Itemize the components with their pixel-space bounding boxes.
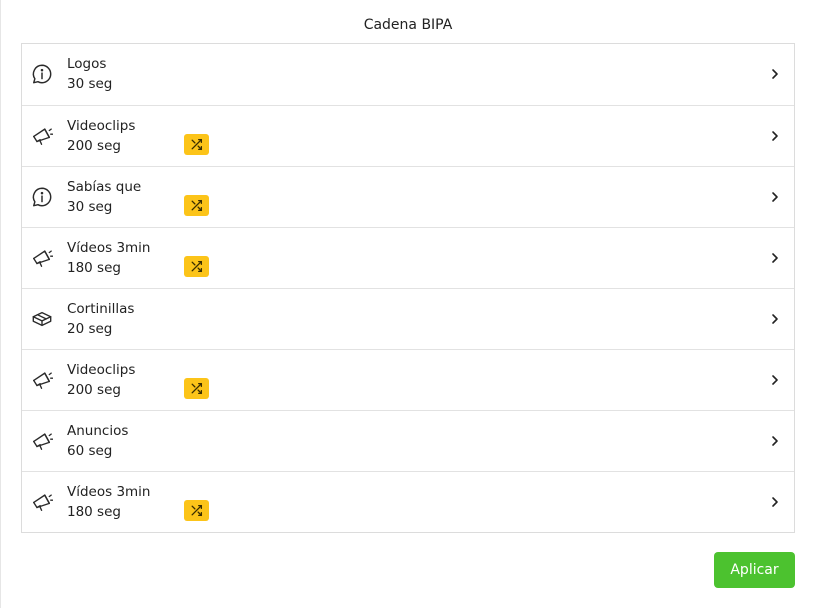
- playlist-list: Logos 30 seg Videoclips 200 seg Sabías que 30…: [21, 43, 795, 533]
- chevron-right-icon[interactable]: [770, 68, 780, 80]
- megaphone-icon: [31, 491, 53, 513]
- list-item[interactable]: Sabías que 30 seg: [22, 166, 794, 227]
- item-name: Logos: [67, 56, 107, 72]
- info-icon: [31, 63, 53, 85]
- chevron-right-icon[interactable]: [770, 374, 780, 386]
- list-item[interactable]: Vídeos 3min 180 seg: [22, 471, 794, 532]
- box-icon: [31, 308, 53, 330]
- item-duration: 180 seg: [67, 504, 121, 520]
- item-duration: 200 seg: [67, 138, 121, 154]
- item-duration: 180 seg: [67, 260, 121, 276]
- item-duration: 30 seg: [67, 76, 113, 92]
- item-duration: 30 seg: [67, 199, 113, 215]
- item-duration: 20 seg: [67, 321, 113, 337]
- list-item[interactable]: Cortinillas 20 seg: [22, 288, 794, 349]
- item-duration: 60 seg: [67, 443, 113, 459]
- list-item[interactable]: Videoclips 200 seg: [22, 105, 794, 166]
- item-duration: 200 seg: [67, 382, 121, 398]
- list-item[interactable]: Vídeos 3min 180 seg: [22, 227, 794, 288]
- chevron-right-icon[interactable]: [770, 435, 780, 447]
- shuffle-icon[interactable]: [184, 378, 209, 399]
- item-name: Vídeos 3min: [67, 240, 151, 256]
- page-title: Cadena BIPA: [363, 17, 453, 33]
- item-name: Cortinillas: [67, 301, 135, 317]
- megaphone-icon: [31, 369, 53, 391]
- shuffle-icon[interactable]: [184, 134, 209, 155]
- item-name: Anuncios: [67, 423, 129, 439]
- item-name: Vídeos 3min: [67, 484, 151, 500]
- list-item[interactable]: Logos 30 seg: [22, 44, 794, 105]
- chevron-right-icon[interactable]: [770, 496, 780, 508]
- list-item[interactable]: Anuncios 60 seg: [22, 410, 794, 471]
- left-border: [0, 0, 1, 608]
- shuffle-icon[interactable]: [184, 256, 209, 277]
- info-icon: [31, 186, 53, 208]
- shuffle-icon[interactable]: [184, 500, 209, 521]
- item-name: Sabías que: [67, 179, 142, 195]
- chevron-right-icon[interactable]: [770, 191, 780, 203]
- list-item[interactable]: Videoclips 200 seg: [22, 349, 794, 410]
- apply-button[interactable]: Aplicar: [714, 552, 795, 588]
- chevron-right-icon[interactable]: [770, 130, 780, 142]
- megaphone-icon: [31, 430, 53, 452]
- megaphone-icon: [31, 247, 53, 269]
- item-name: Videoclips: [67, 118, 136, 134]
- chevron-right-icon[interactable]: [770, 252, 780, 264]
- shuffle-icon[interactable]: [184, 195, 209, 216]
- chevron-right-icon[interactable]: [770, 313, 780, 325]
- megaphone-icon: [31, 125, 53, 147]
- item-name: Videoclips: [67, 362, 136, 378]
